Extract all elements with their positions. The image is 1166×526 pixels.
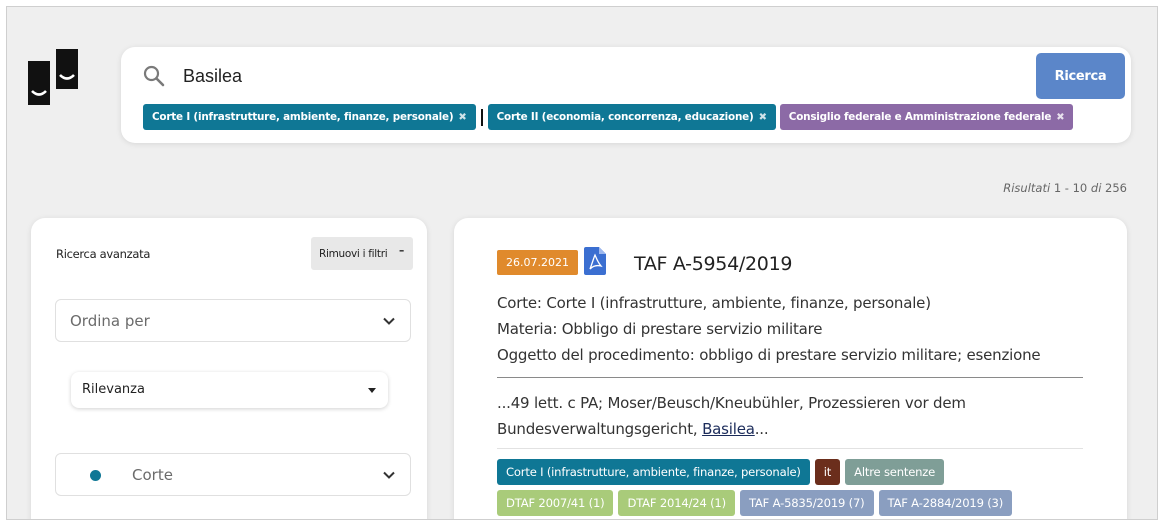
tag-row: DTAF 2007/41 (1) DTAF 2014/24 (1) TAF A-… <box>497 490 1097 516</box>
snippet-ellipsis: ... <box>754 420 769 438</box>
remove-filters-button[interactable]: Rimuovi i filtri – <box>311 237 413 270</box>
filter-chip-corte-ii[interactable]: Corte II (economia, concorrenza, educazi… <box>487 104 776 130</box>
minus-icon: – <box>399 245 404 257</box>
court-label: Corte <box>132 466 173 484</box>
divider <box>497 377 1083 378</box>
close-icon[interactable]: ✖ <box>1056 112 1064 123</box>
tag-reference[interactable]: TAF A-5835/2019 (7) <box>739 490 874 516</box>
date-badge: 26.07.2021 <box>497 250 578 275</box>
search-icon <box>143 65 165 87</box>
order-by-accordion[interactable]: Ordina per <box>55 299 411 342</box>
order-by-select[interactable]: Rilevanza <box>71 372 388 408</box>
chip-label: Corte II (economia, concorrenza, educazi… <box>496 111 754 123</box>
caret-down-icon <box>368 388 376 393</box>
tag-row: Corte I (infrastrutture, ambiente, finan… <box>497 459 1097 485</box>
tag-reference[interactable]: DTAF 2007/41 (1) <box>497 490 614 516</box>
tag-court[interactable]: Corte I (infrastrutture, ambiente, finan… <box>497 459 810 485</box>
chip-label: Consiglio federale e Amministrazione fed… <box>788 111 1052 123</box>
search-card: Ricerca Corte I (infrastrutture, ambient… <box>121 47 1131 143</box>
court-color-dot <box>90 470 101 481</box>
tag-language[interactable]: it <box>814 459 841 485</box>
object-line: Oggetto del procedimento: obbligo di pre… <box>497 346 1041 364</box>
advanced-search-panel: Ricerca avanzata Rimuovi i filtri – Ordi… <box>31 218 427 519</box>
results-count: Risultati 1 - 10 di 256 <box>1003 181 1127 195</box>
divider <box>497 448 1083 449</box>
advanced-search-title: Ricerca avanzata <box>56 247 151 261</box>
tag-reference[interactable]: DTAF 2014/24 (1) <box>618 490 735 516</box>
page-frame: Ricerca Corte I (infrastrutture, ambient… <box>6 6 1158 520</box>
chip-label: Corte I (infrastrutture, ambiente, finan… <box>152 111 454 123</box>
results-label: Risultati <box>1003 181 1051 195</box>
result-tags: Corte I (infrastrutture, ambiente, finan… <box>497 459 1097 519</box>
document-title[interactable]: TAF A-5954/2019 <box>634 253 792 275</box>
order-by-label: Ordina per <box>70 312 150 330</box>
chevron-down-icon <box>383 317 395 325</box>
subject-line: Materia: Obbligo di prestare servizio mi… <box>497 320 823 338</box>
search-input[interactable] <box>183 61 1003 91</box>
close-icon[interactable]: ✖ <box>458 112 466 123</box>
order-by-value: Rilevanza <box>82 382 145 397</box>
tag-reference[interactable]: TAF A-2884/2019 (3) <box>878 490 1013 516</box>
results-total: 256 <box>1105 181 1127 195</box>
filter-chips: Corte I (infrastrutture, ambiente, finan… <box>143 104 1074 130</box>
remove-filters-label: Rimuovi i filtri <box>319 247 388 260</box>
results-range: 1 - 10 <box>1053 181 1088 195</box>
court-accordion[interactable]: Corte <box>55 453 411 496</box>
filter-chip-corte-i[interactable]: Corte I (infrastrutture, ambiente, finan… <box>143 104 476 130</box>
snippet-highlight[interactable]: Basilea <box>702 420 755 438</box>
close-icon[interactable]: ✖ <box>759 112 767 123</box>
result-card: 26.07.2021 TAF A-5954/2019 Corte: Corte … <box>454 218 1127 519</box>
chevron-down-icon <box>383 471 395 479</box>
court-line: Corte: Corte I (infrastrutture, ambiente… <box>497 294 931 312</box>
result-snippet: ...49 lett. c PA; Moser/Beusch/Kneubühle… <box>497 390 997 442</box>
filter-chip-consiglio-federale[interactable]: Consiglio federale e Amministrazione fed… <box>779 104 1074 130</box>
logo-icon[interactable] <box>28 49 80 105</box>
tag-other-decisions[interactable]: Altre sentenze <box>845 459 945 485</box>
text-cursor <box>480 108 483 126</box>
pdf-icon[interactable] <box>584 247 606 275</box>
search-button[interactable]: Ricerca <box>1036 53 1125 99</box>
results-of-label: di <box>1090 181 1102 195</box>
